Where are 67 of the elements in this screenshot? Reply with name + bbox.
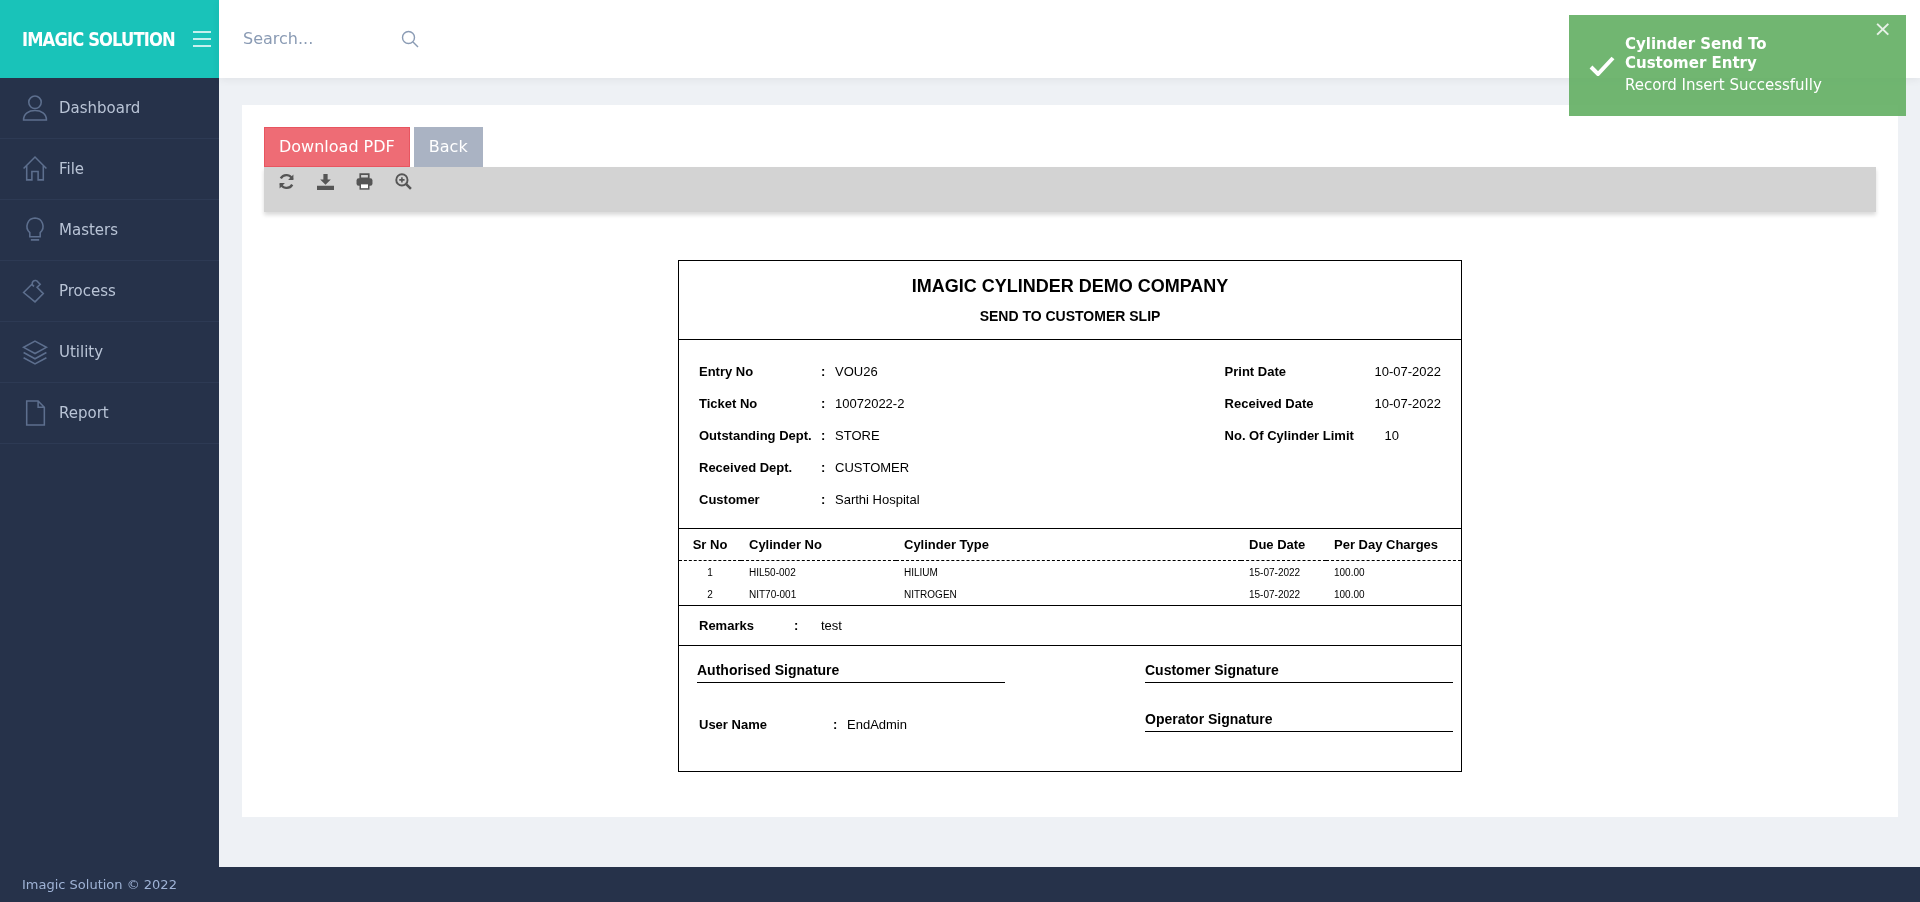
signature-line: Authorised Signature xyxy=(697,660,1005,683)
search-icon[interactable] xyxy=(401,30,419,48)
refresh-icon[interactable] xyxy=(278,173,295,190)
table-cell: 2 xyxy=(679,582,741,605)
column-header: Sr No xyxy=(679,528,741,560)
table-cell: HILIUM xyxy=(896,560,1241,583)
footer-text: Imagic Solution © 2022 xyxy=(22,875,177,894)
field-value: 10-07-2022 xyxy=(1374,395,1441,414)
field-label: Print Date xyxy=(1224,363,1287,382)
field-value: test xyxy=(821,616,842,635)
company-name: IMAGIC CYLINDER DEMO COMPANY xyxy=(910,275,1230,298)
sidebar-item[interactable]: File xyxy=(59,157,85,181)
zoom-in-icon[interactable] xyxy=(395,173,412,190)
field-label: Customer xyxy=(699,491,761,510)
field-value: 10072022-2 xyxy=(835,395,905,414)
field-separator: : xyxy=(821,427,827,446)
table-cell: 100.00 xyxy=(1326,582,1461,605)
sidebar-item[interactable]: Process xyxy=(59,279,116,303)
field-label: Outstanding Dept. xyxy=(699,427,813,446)
layers-icon xyxy=(21,338,49,366)
download-icon[interactable] xyxy=(317,173,334,190)
field-value: 10 xyxy=(1384,427,1400,446)
table-cell: 1 xyxy=(679,560,741,583)
field-value: Sarthi Hospital xyxy=(835,491,920,510)
table-cell: NITROGEN xyxy=(896,582,1241,605)
field-value: CUSTOMER xyxy=(835,459,910,478)
home-icon xyxy=(21,155,49,183)
sidebar-item[interactable]: Report xyxy=(59,401,109,425)
field-separator: : xyxy=(821,363,827,382)
field-separator: : xyxy=(821,491,827,510)
field-separator: : xyxy=(794,616,800,635)
table-cell: NIT70-001 xyxy=(741,582,896,605)
column-header: Due Date xyxy=(1241,528,1326,560)
field-separator: : xyxy=(821,395,827,414)
slip-title: SEND TO CUSTOMER SLIP xyxy=(978,307,1162,326)
check-icon xyxy=(1589,55,1615,76)
toast-message: Record Insert Successfully xyxy=(1625,74,1822,96)
field-value: STORE xyxy=(835,427,880,446)
sidebar-item[interactable]: Utility xyxy=(59,340,104,364)
user-icon xyxy=(21,94,49,122)
field-label: No. Of Cylinder Limit xyxy=(1224,427,1355,446)
search-field[interactable]: Search... xyxy=(241,26,401,52)
sidebar-item[interactable]: Dashboard xyxy=(59,96,141,120)
column-header: Cylinder No xyxy=(741,528,896,560)
table-cell: HIL50-002 xyxy=(741,560,896,583)
toast-title: Cylinder Send To Customer Entry xyxy=(1625,34,1768,74)
field-label: Ticket No xyxy=(699,395,759,414)
table-cell: 15-07-2022 xyxy=(1241,560,1326,583)
field-value: VOU26 xyxy=(835,363,878,382)
signature-line: Customer Signature xyxy=(1145,660,1453,683)
field-label: Entry No xyxy=(699,363,755,382)
field-value: 10-07-2022 xyxy=(1374,363,1441,382)
table-cell: 15-07-2022 xyxy=(1241,582,1326,605)
column-header: Per Day Charges xyxy=(1326,528,1461,560)
column-header: Cylinder Type xyxy=(896,528,1241,560)
field-separator: : xyxy=(833,716,839,735)
field-value: EndAdmin xyxy=(847,716,907,735)
sidebar-item[interactable]: Masters xyxy=(59,218,119,242)
brand-title: IMAGIC SOLUTION xyxy=(22,26,175,52)
field-label: Received Dept. xyxy=(699,459,794,478)
field-separator: : xyxy=(821,459,827,478)
print-icon[interactable] xyxy=(356,173,373,190)
signature-line: Operator Signature xyxy=(1145,709,1453,732)
field-label: User Name xyxy=(698,716,768,735)
table-cell: 100.00 xyxy=(1326,560,1461,583)
field-label: Received Date xyxy=(1224,395,1315,414)
field-label: Remarks xyxy=(699,616,755,635)
